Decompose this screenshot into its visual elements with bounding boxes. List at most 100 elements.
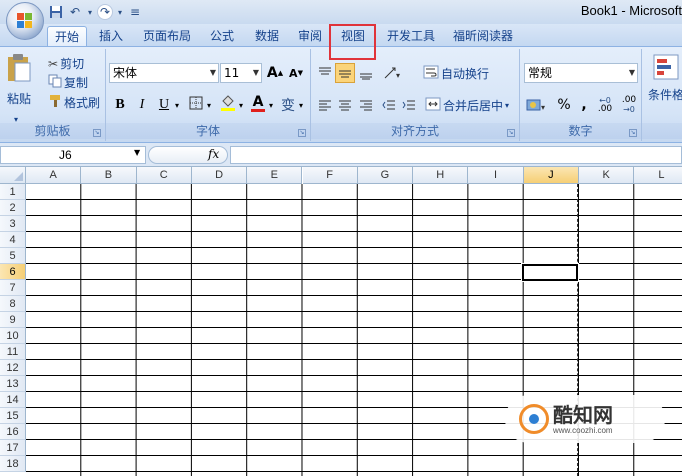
underline-button[interactable]: U bbox=[154, 95, 174, 115]
column-header-c[interactable]: C bbox=[136, 167, 192, 184]
formula-input[interactable] bbox=[230, 146, 682, 164]
active-cell-j6[interactable] bbox=[521, 263, 579, 282]
column-header-b[interactable]: B bbox=[81, 167, 137, 184]
column-header-a[interactable]: A bbox=[26, 167, 82, 184]
tab-data[interactable]: 数据 bbox=[248, 26, 286, 46]
comma-style-button[interactable]: , bbox=[574, 95, 594, 115]
align-bottom-icon[interactable] bbox=[356, 63, 376, 83]
font-size-select[interactable]: 11 ▼ bbox=[220, 63, 262, 83]
column-header-l[interactable]: L bbox=[634, 167, 682, 184]
paste-icon bbox=[6, 53, 32, 86]
column-header-h[interactable]: H bbox=[413, 167, 469, 184]
tab-review[interactable]: 审阅 bbox=[292, 26, 328, 46]
font-color-button[interactable]: A bbox=[248, 93, 268, 113]
align-middle-icon[interactable] bbox=[335, 63, 355, 83]
decrease-indent-icon[interactable] bbox=[379, 95, 399, 115]
column-header-i[interactable]: I bbox=[468, 167, 524, 184]
row-header-8[interactable]: 8 bbox=[0, 296, 26, 312]
copy-button[interactable]: 复制 bbox=[48, 74, 88, 91]
office-button[interactable] bbox=[6, 2, 44, 40]
cut-button[interactable]: ✂ 剪切 bbox=[48, 55, 84, 72]
insert-function-button[interactable]: fx bbox=[208, 147, 219, 161]
wrap-text-icon bbox=[423, 65, 439, 82]
align-top-icon[interactable] bbox=[315, 63, 335, 83]
increase-indent-icon[interactable] bbox=[399, 95, 419, 115]
row-header-7[interactable]: 7 bbox=[0, 280, 26, 296]
tab-page-layout[interactable]: 页面布局 bbox=[136, 26, 198, 46]
row-header-16[interactable]: 16 bbox=[0, 424, 26, 440]
row-header-3[interactable]: 3 bbox=[0, 216, 26, 232]
row-header-15[interactable]: 15 bbox=[0, 408, 26, 424]
column-header-g[interactable]: G bbox=[357, 167, 414, 184]
undo-dropdown-icon[interactable]: ▾ bbox=[86, 4, 94, 20]
select-all-button[interactable] bbox=[0, 167, 26, 184]
shrink-font-button[interactable]: A ▼ bbox=[286, 63, 306, 83]
tab-home[interactable]: 开始 bbox=[47, 26, 87, 46]
merge-dropdown-icon[interactable]: ▾ bbox=[505, 101, 509, 110]
row-header-2[interactable]: 2 bbox=[0, 200, 26, 216]
fill-color-button[interactable] bbox=[218, 95, 238, 115]
align-right-icon[interactable] bbox=[356, 95, 376, 115]
italic-button[interactable]: I bbox=[132, 95, 152, 115]
row-header-12[interactable]: 12 bbox=[0, 360, 26, 376]
row-header-10[interactable]: 10 bbox=[0, 328, 26, 344]
column-header-j[interactable]: J bbox=[523, 167, 579, 184]
paste-button[interactable]: 粘贴 bbox=[6, 53, 32, 107]
row-header-14[interactable]: 14 bbox=[0, 392, 26, 408]
grow-font-button[interactable]: A ▲ bbox=[265, 63, 285, 83]
align-center-icon[interactable] bbox=[335, 95, 355, 115]
alignment-launcher-icon[interactable]: ↘ bbox=[507, 129, 515, 137]
format-painter-button[interactable]: 格式刷 bbox=[48, 94, 100, 111]
decrease-decimal-button[interactable]: .00 →0 bbox=[618, 95, 640, 115]
save-icon[interactable] bbox=[48, 4, 64, 20]
row-header-6[interactable]: 6 bbox=[0, 264, 26, 280]
number-format-select[interactable]: 常规 ▼ bbox=[524, 63, 638, 83]
column-header-e[interactable]: E bbox=[247, 167, 303, 184]
alignment-group: ▾ 自动换行 合并后居中 ▾ 对齐方式 ↘ bbox=[311, 49, 520, 141]
tab-developer[interactable]: 开发工具 bbox=[380, 26, 442, 46]
wrap-text-button[interactable]: 自动换行 bbox=[423, 65, 489, 82]
fill-color-dropdown-icon[interactable]: ▾ bbox=[236, 95, 246, 115]
row-header-17[interactable]: 17 bbox=[0, 440, 26, 456]
name-box[interactable]: J6 bbox=[0, 146, 146, 164]
clipboard-launcher-icon[interactable]: ↘ bbox=[93, 129, 101, 137]
row-header-5[interactable]: 5 bbox=[0, 248, 26, 264]
tab-foxit-reader[interactable]: 福昕阅读器 bbox=[447, 26, 519, 46]
align-left-icon[interactable] bbox=[315, 95, 335, 115]
orientation-icon[interactable]: ▾ bbox=[379, 63, 407, 83]
redo-dropdown-icon[interactable]: ▾ bbox=[116, 4, 124, 20]
styles-group: 条件格 bbox=[642, 49, 682, 141]
column-header-k[interactable]: K bbox=[579, 167, 635, 184]
increase-decimal-button[interactable]: ←0.00 bbox=[594, 95, 616, 115]
border-button[interactable] bbox=[186, 95, 206, 115]
tab-view[interactable]: 视图 bbox=[334, 26, 372, 46]
row-header-11[interactable]: 11 bbox=[0, 344, 26, 360]
bold-button[interactable]: B bbox=[110, 95, 130, 115]
tab-insert[interactable]: 插入 bbox=[93, 26, 129, 46]
redo-icon[interactable]: ↷ bbox=[97, 4, 113, 20]
styles-group-label bbox=[642, 123, 682, 139]
row-header-9[interactable]: 9 bbox=[0, 312, 26, 328]
customize-icon[interactable]: ≡ bbox=[127, 4, 143, 20]
conditional-formatting-button[interactable]: 条件格 bbox=[648, 53, 682, 103]
tab-formulas[interactable]: 公式 bbox=[204, 26, 240, 46]
number-launcher-icon[interactable]: ↘ bbox=[629, 129, 637, 137]
phonetic-dropdown-icon[interactable]: ▾ bbox=[296, 95, 306, 115]
underline-dropdown-icon[interactable]: ▾ bbox=[172, 95, 182, 115]
accounting-format-icon[interactable]: ▾ bbox=[524, 95, 550, 115]
font-name-select[interactable]: 宋体 ▼ bbox=[109, 63, 219, 83]
row-header-13[interactable]: 13 bbox=[0, 376, 26, 392]
name-box-dropdown-icon[interactable]: ▼ bbox=[134, 148, 140, 157]
column-header-d[interactable]: D bbox=[191, 167, 248, 184]
undo-icon[interactable]: ↶ bbox=[67, 4, 83, 20]
font-color-dropdown-icon[interactable]: ▾ bbox=[266, 95, 276, 115]
font-launcher-icon[interactable]: ↘ bbox=[298, 129, 306, 137]
column-header-f[interactable]: F bbox=[302, 167, 358, 184]
row-header-4[interactable]: 4 bbox=[0, 232, 26, 248]
merge-center-button[interactable]: 合并后居中 ▾ bbox=[425, 97, 509, 114]
row-header-1[interactable]: 1 bbox=[0, 184, 26, 200]
percent-style-button[interactable]: % bbox=[554, 95, 574, 115]
border-dropdown-icon[interactable]: ▾ bbox=[204, 95, 214, 115]
phonetic-guide-button[interactable]: 变 bbox=[278, 95, 298, 115]
row-header-18[interactable]: 18 bbox=[0, 456, 26, 472]
